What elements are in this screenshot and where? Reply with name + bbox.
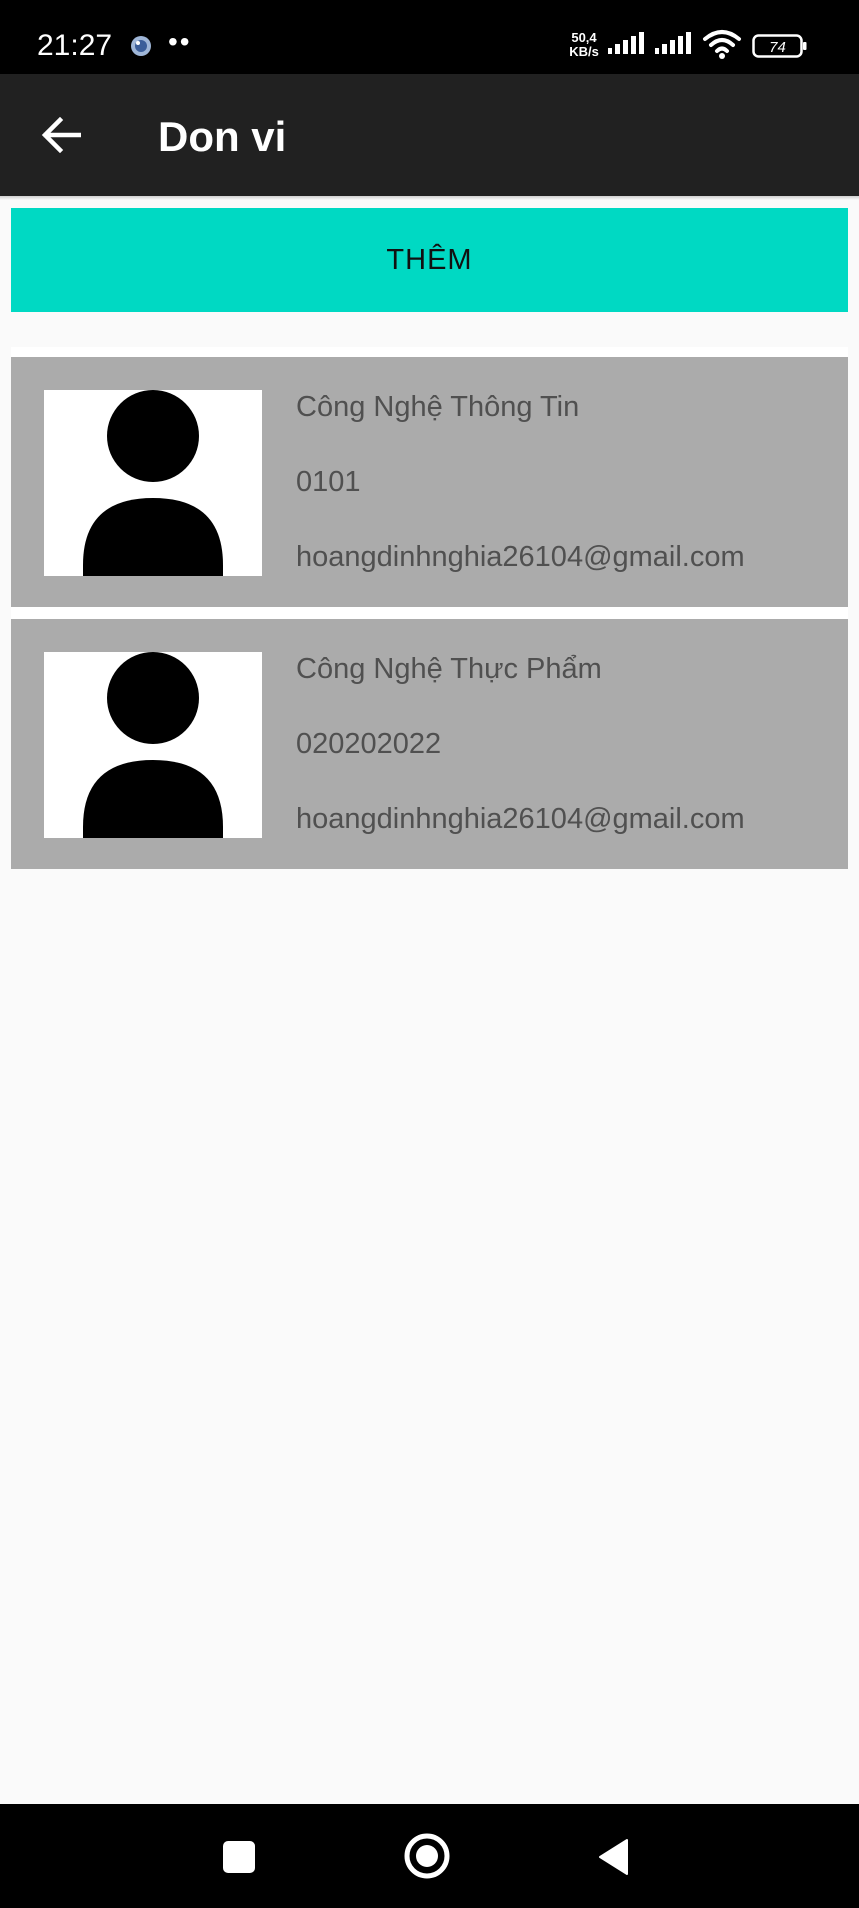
system-nav-bar: [0, 1804, 859, 1908]
page-title: Don vi: [158, 113, 287, 160]
status-more-notifications: ••: [168, 26, 192, 57]
list-divider: [11, 607, 848, 619]
battery-icon: 74: [752, 34, 807, 58]
square-icon[interactable]: [214, 1832, 264, 1882]
unit-name: Công Nghệ Thực Phẩm: [296, 653, 602, 685]
status-time: 21:27: [37, 29, 113, 62]
wifi-icon: [703, 30, 741, 59]
notification-app-icon: [131, 36, 151, 56]
avatar: [44, 652, 262, 838]
unit-name: Công Nghệ Thông Tin: [296, 391, 580, 423]
person-placeholder-icon: [83, 652, 223, 838]
unit-list-item[interactable]: Công Nghệ Thông Tin 0101 hoangdinhnghia2…: [11, 357, 848, 607]
back-button[interactable]: [30, 104, 92, 166]
triangle-back-icon[interactable]: [590, 1832, 640, 1882]
list-top-divider: [11, 347, 848, 357]
unit-code: 0101: [296, 466, 361, 498]
app-bar-shadow: [0, 196, 859, 200]
cell-signal-icon: [608, 32, 644, 54]
app-bar: Don vi: [0, 74, 859, 196]
unit-email: hoangdinhnghia26104@gmail.com: [296, 541, 745, 573]
battery-level: 74: [769, 39, 786, 56]
network-speed-unit: KB/s: [569, 44, 599, 59]
unit-email: hoangdinhnghia26104@gmail.com: [296, 803, 745, 835]
cell-signal-icon: [655, 32, 691, 54]
avatar: [44, 390, 262, 576]
unit-code: 020202022: [296, 728, 442, 760]
add-unit-button[interactable]: THÊM: [11, 208, 848, 312]
arrow-left-icon: [41, 117, 81, 153]
network-speed-value: 50,4: [571, 30, 597, 45]
unit-list-item[interactable]: Công Nghệ Thực Phẩm 020202022 hoangdinhn…: [11, 619, 848, 869]
network-speed: 50,4 KB/s: [566, 31, 602, 59]
person-placeholder-icon: [83, 390, 223, 576]
status-bar: 21:27 •• 50,4 KB/s 74: [0, 0, 859, 74]
circle-icon[interactable]: [401, 1830, 453, 1882]
